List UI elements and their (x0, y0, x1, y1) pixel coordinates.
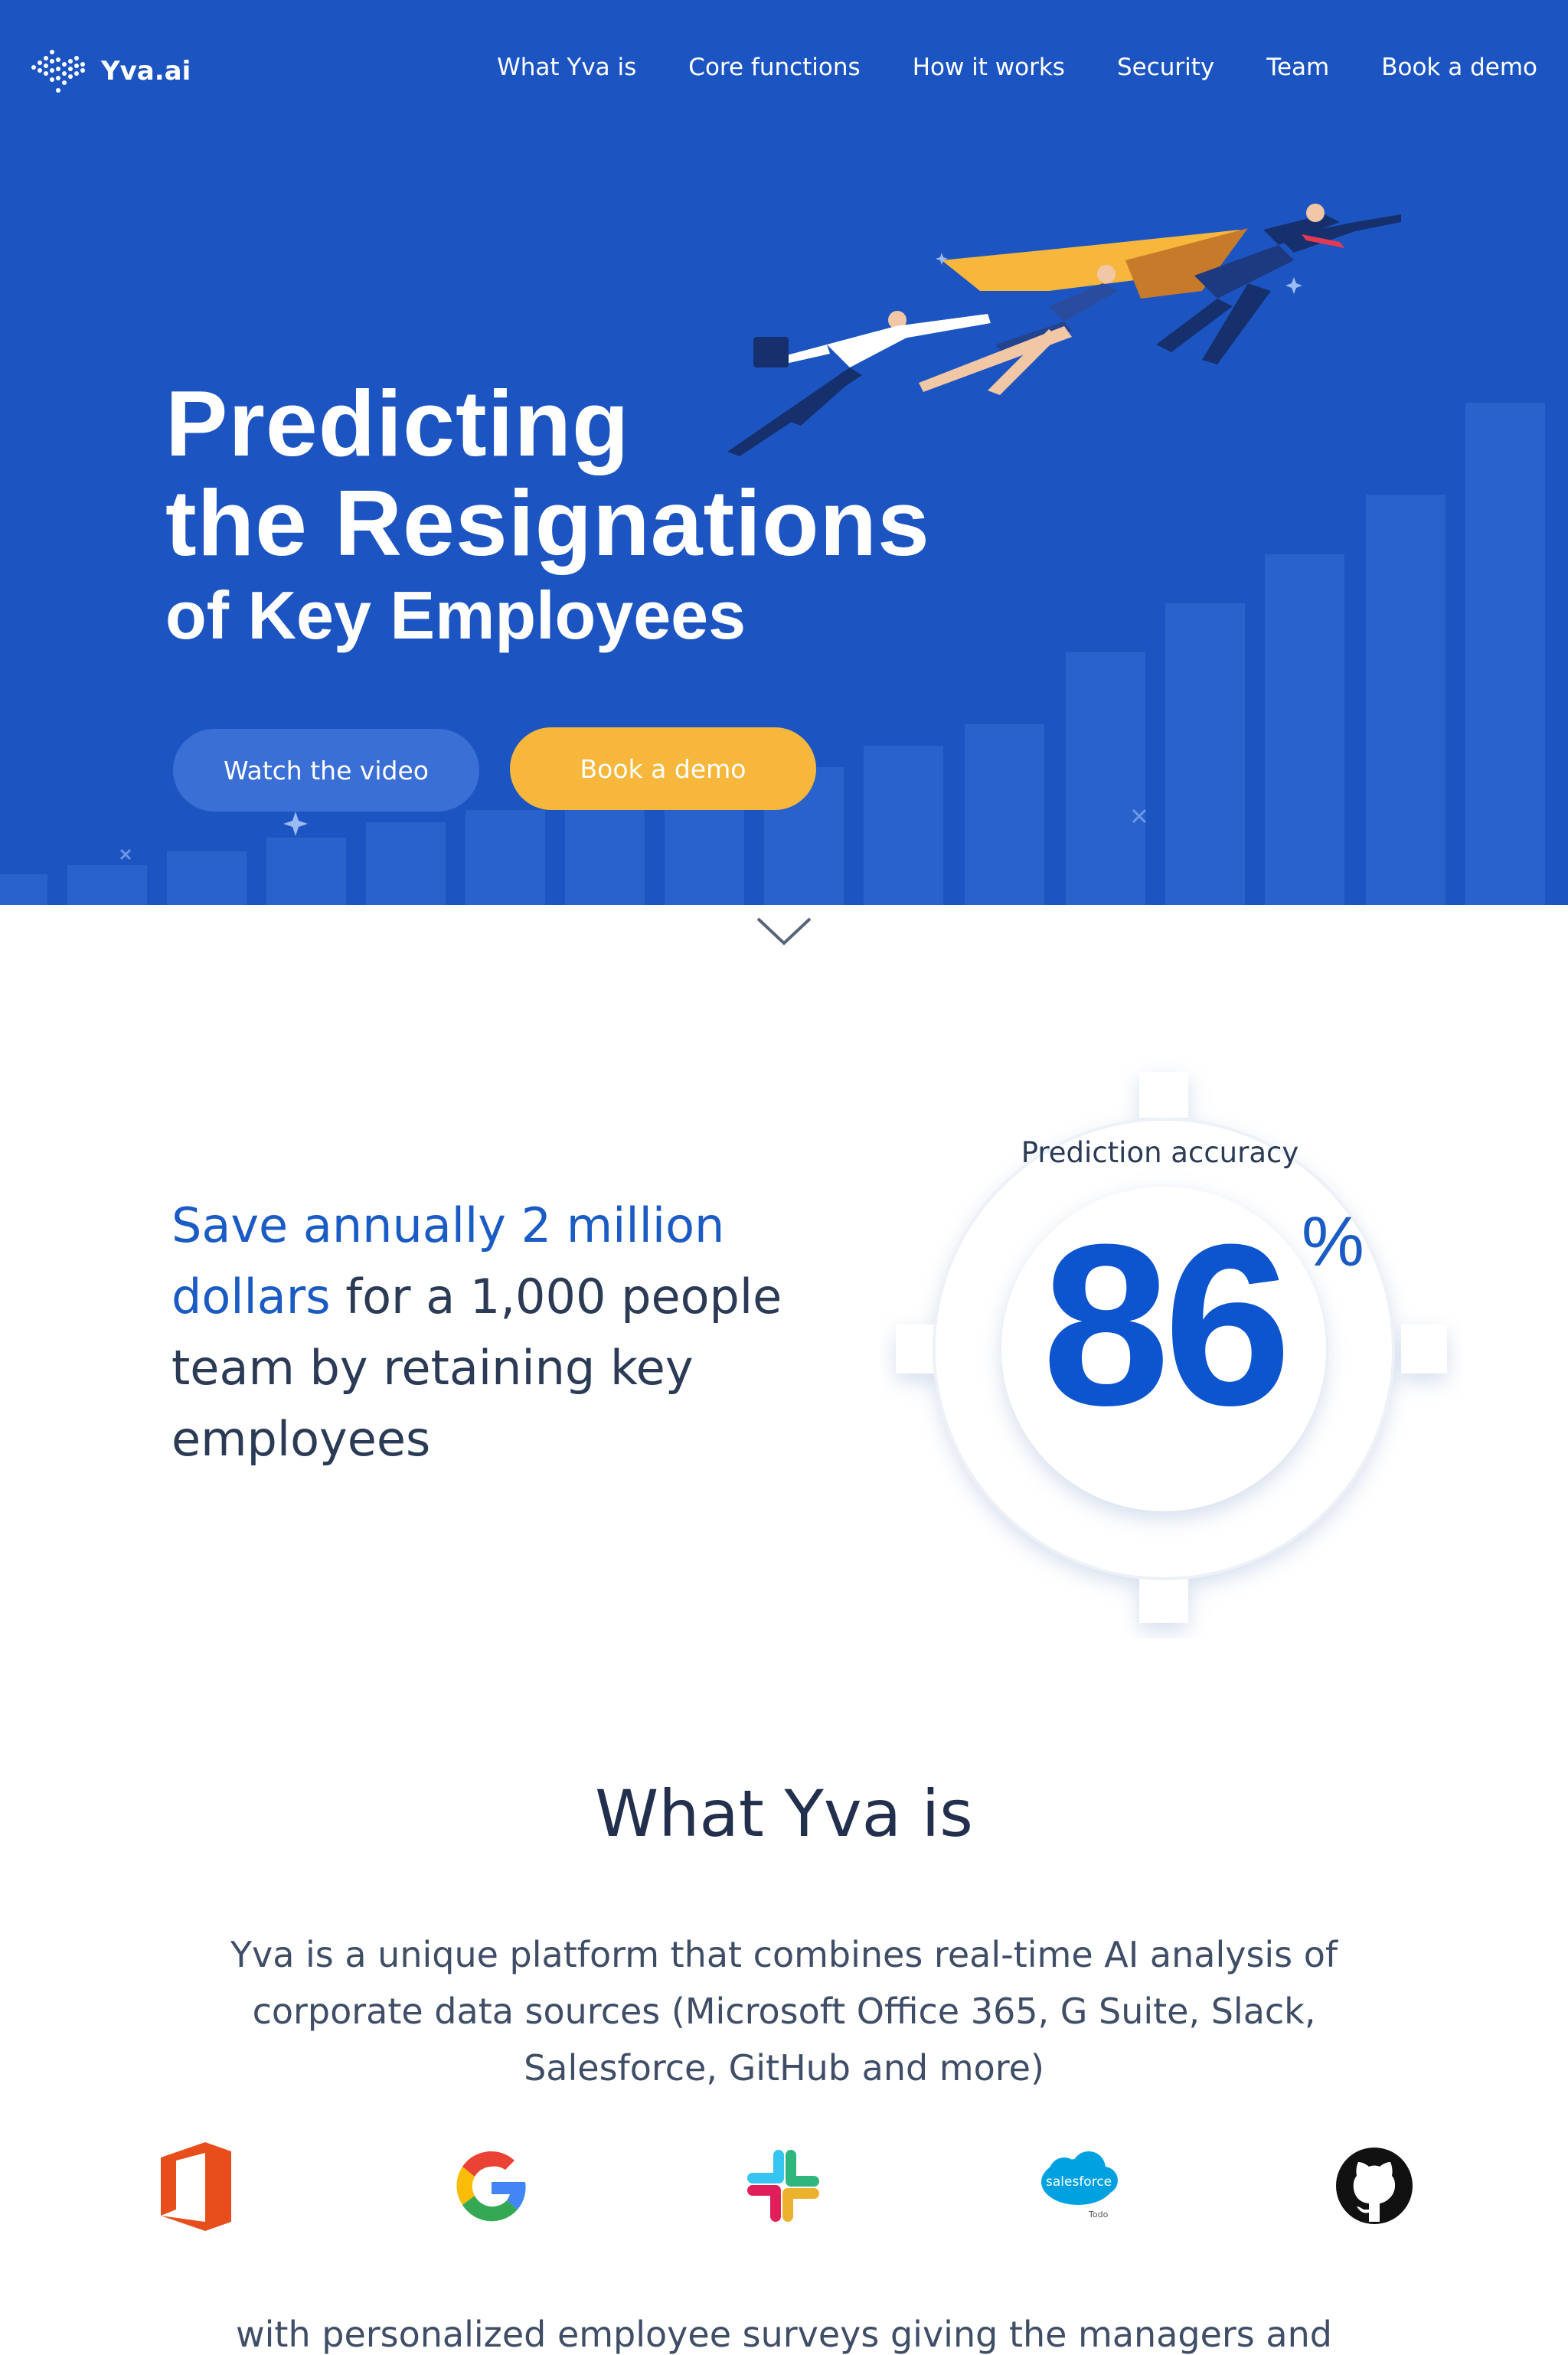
accuracy-label: Prediction accuracy (1021, 1136, 1299, 1169)
watch-video-button[interactable]: Watch the video (173, 729, 479, 812)
salesforce-icon: salesforce Todo (1034, 2136, 1133, 2236)
top-navigation: Yva.ai What Yva is Core functions How it… (0, 0, 1568, 142)
salesforce-logo-text: salesforce (1046, 2174, 1112, 2190)
google-icon (456, 2151, 526, 2222)
brand-logo[interactable]: Yva.ai (29, 44, 191, 98)
integration-logos: salesforce Todo (0, 2136, 1568, 2243)
what-yva-is-continuation: with personalized employee surveys givin… (236, 2314, 1332, 2355)
hero-book-demo-button[interactable]: Book a demo (510, 727, 816, 810)
office365-icon (161, 2142, 231, 2231)
scroll-down-chevron-icon[interactable] (755, 916, 813, 948)
brand-name: Yva.ai (101, 56, 191, 87)
nav-core-functions[interactable]: Core functions (688, 54, 860, 81)
nav-team[interactable]: Team (1266, 54, 1329, 81)
hero-section: Yva.ai What Yva is Core functions How it… (0, 0, 1568, 905)
hero-heading: Predicting the Resignations of Key Emplo… (165, 374, 930, 658)
hero-title-line1: Predicting (165, 371, 630, 475)
hero-title-line2: the Resignations (165, 471, 930, 575)
nav-book-a-demo[interactable]: Book a demo (1381, 54, 1537, 81)
what-yva-is-title: What Yva is (595, 1776, 973, 1851)
nav-what-yva-is[interactable]: What Yva is (497, 54, 636, 81)
yva-logo-icon (31, 50, 85, 93)
what-yva-is-description: Yva is a unique platform that combines r… (230, 1934, 1338, 2089)
accuracy-unit: % (1302, 1203, 1364, 1281)
nav-links: What Yva is Core functions How it works … (445, 54, 1537, 81)
hero-title-line3: of Key Employees (165, 577, 746, 653)
nav-security[interactable]: Security (1117, 54, 1214, 81)
slack-icon (747, 2150, 819, 2222)
savings-statement: Save annually 2 million dollars for a 1,… (172, 1190, 799, 1475)
github-icon (1336, 2148, 1413, 2224)
accuracy-value: 86 (1042, 1196, 1292, 1453)
nav-how-it-works[interactable]: How it works (913, 54, 1065, 81)
salesforce-sub-text: Todo (1089, 2210, 1109, 2219)
